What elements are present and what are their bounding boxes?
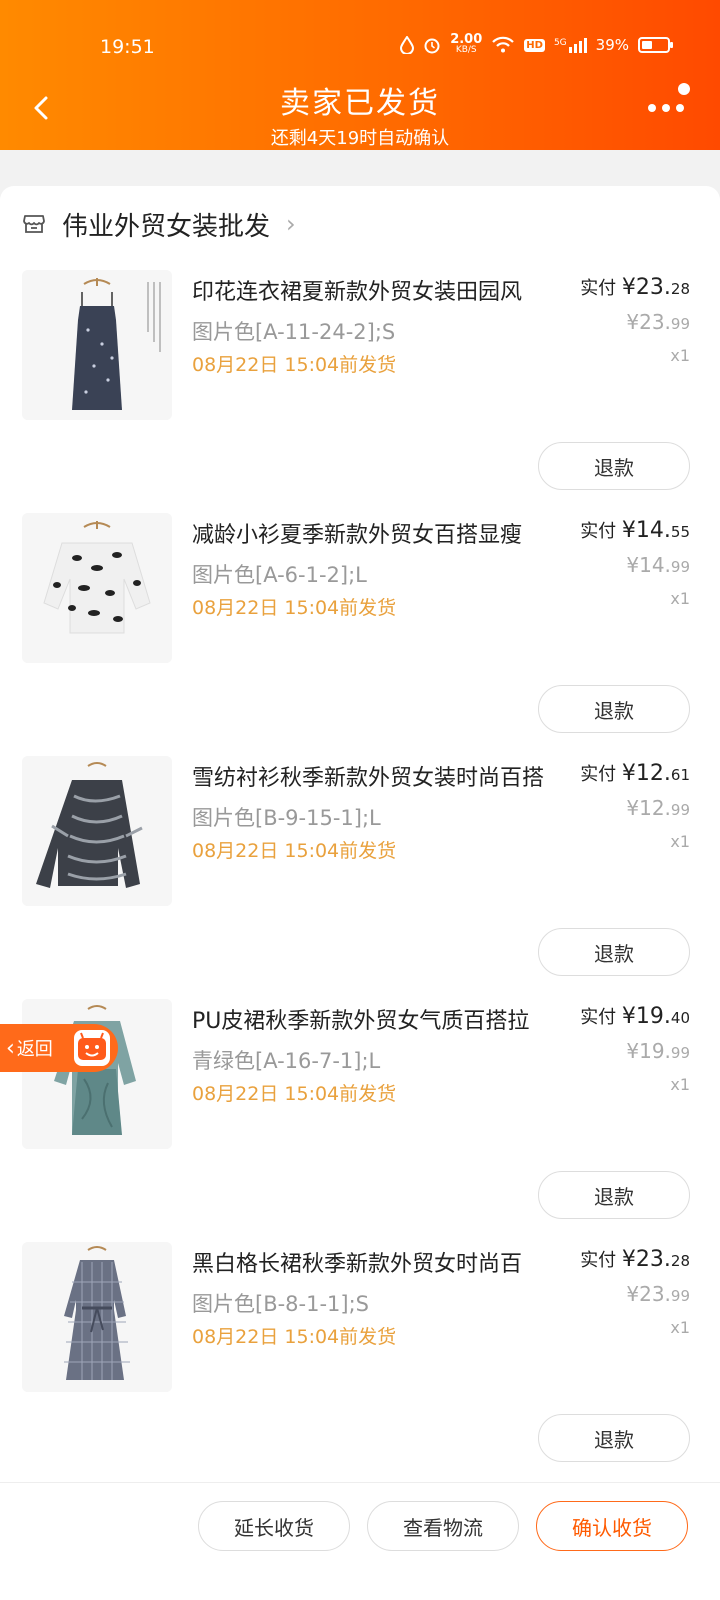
battery-icon [638, 37, 673, 53]
alarm-icon [424, 38, 440, 54]
product-title[interactable]: PU皮裙秋季新款外贸女气质百搭拉 [192, 1003, 572, 1035]
blouse-image [22, 513, 172, 663]
original-price: ¥12.99 [626, 796, 690, 820]
ship-deadline: 08月22日 15:04前发货 [192, 354, 397, 376]
more-dots-icon [648, 83, 690, 112]
hd-badge: HD [524, 38, 545, 52]
shop-icon [23, 215, 45, 233]
quantity: x1 [670, 589, 690, 608]
shop-name: 伟业外贸女装批发 [62, 211, 271, 242]
refund-button[interactable]: 退款 [538, 928, 690, 976]
bottom-action-bar: 延长收货 查看物流 确认收货 [0, 1482, 720, 1600]
original-price: ¥23.99 [626, 310, 690, 334]
paid-price: 实付 ¥12.61 [580, 761, 690, 786]
confirm-receipt-button[interactable]: 确认收货 [536, 1501, 688, 1551]
chevron-left-icon: ‹ [6, 1035, 15, 1061]
product-thumbnail[interactable] [22, 513, 172, 663]
product-title[interactable]: 雪纺衬衫秋季新款外贸女装时尚百搭 [192, 760, 572, 792]
order-card: 伟业外贸女装批发 › 印花连衣裙夏新款外贸女装田园风 图片色[A-11-24-2… [0, 186, 720, 1496]
refund-button[interactable]: 退款 [538, 442, 690, 490]
shirt-image [22, 756, 172, 906]
title-block: 卖家已发货 还剩4天19时自动确认 [0, 78, 720, 150]
paid-price: 实付 ¥23.28 [580, 275, 690, 300]
page-title: 卖家已发货 [280, 86, 440, 121]
product-spec: 图片色[A-11-24-2];S [192, 320, 396, 344]
product-spec: 图片色[B-9-15-1];L [192, 806, 381, 830]
product-spec: 青绿色[A-16-7-1];L [192, 1049, 381, 1073]
product-title[interactable]: 黑白格长裙秋季新款外贸女时尚百 [192, 1246, 572, 1278]
skirt-image [22, 999, 172, 1149]
product-spec: 图片色[A-6-1-2];L [192, 563, 367, 587]
chevron-right-icon: › [286, 210, 296, 238]
product-title[interactable]: 印花连衣裙夏新款外贸女装田园风 [192, 274, 572, 306]
order-item: 黑白格长裙秋季新款外贸女时尚百 图片色[B-8-1-1];S 08月22日 15… [0, 1242, 720, 1485]
floating-back-label: 返回 [16, 1039, 53, 1060]
ship-deadline: 08月22日 15:04前发货 [192, 597, 397, 619]
ship-deadline: 08月22日 15:04前发货 [192, 840, 397, 862]
order-item: 减龄小衫夏季新款外贸女百搭显瘦 图片色[A-6-1-2];L 08月22日 15… [0, 513, 720, 756]
refund-button[interactable]: 退款 [538, 1414, 690, 1462]
ship-deadline: 08月22日 15:04前发货 [192, 1326, 397, 1348]
product-spec: 图片色[B-8-1-1];S [192, 1292, 370, 1316]
product-thumbnail[interactable] [22, 999, 172, 1149]
status-icons: 2.00 KB/S HD 5G 39% [400, 32, 673, 56]
signal-icon: 5G [554, 37, 587, 53]
app-logo-icon [74, 1030, 110, 1066]
paid-price: 实付 ¥19.40 [580, 1004, 690, 1029]
paid-price: 实付 ¥14.55 [580, 518, 690, 543]
product-thumbnail[interactable] [22, 270, 172, 420]
original-price: ¥19.99 [626, 1039, 690, 1063]
quantity: x1 [670, 1075, 690, 1094]
dress-image [22, 270, 172, 420]
original-price: ¥23.99 [626, 1282, 690, 1306]
extend-receipt-button[interactable]: 延长收货 [198, 1501, 350, 1551]
paid-price: 实付 ¥23.28 [580, 1247, 690, 1272]
quantity: x1 [670, 1318, 690, 1337]
shop-row[interactable]: 伟业外贸女装批发 › [22, 206, 296, 242]
floating-back-button[interactable]: ‹ 返回 [0, 1024, 118, 1072]
quantity: x1 [670, 832, 690, 851]
status-time: 19:51 [100, 36, 155, 58]
wifi-icon [492, 36, 515, 53]
auto-confirm-countdown: 还剩4天19时自动确认 [270, 128, 450, 149]
order-item: 雪纺衬衫秋季新款外贸女装时尚百搭 图片色[B-9-15-1];L 08月22日 … [0, 756, 720, 999]
product-thumbnail[interactable] [22, 756, 172, 906]
product-title[interactable]: 减龄小衫夏季新款外贸女百搭显瘦 [192, 517, 572, 549]
more-button[interactable] [646, 82, 690, 116]
ship-deadline: 08月22日 15:04前发货 [192, 1083, 397, 1105]
battery-level: 39% [595, 36, 629, 54]
net-speed: 2.00 KB/S [450, 32, 483, 55]
long-dress-image [22, 1242, 172, 1392]
original-price: ¥14.99 [626, 553, 690, 577]
drop-icon [400, 36, 415, 54]
refund-button[interactable]: 退款 [538, 685, 690, 733]
order-header: 19:51 2.00 KB/S HD 5G 39% 卖家已发货 还剩4天19时自… [0, 0, 720, 150]
quantity: x1 [670, 346, 690, 365]
order-item: 印花连衣裙夏新款外贸女装田园风 图片色[A-11-24-2];S 08月22日 … [0, 270, 720, 513]
view-logistics-button[interactable]: 查看物流 [367, 1501, 519, 1551]
refund-button[interactable]: 退款 [538, 1171, 690, 1219]
product-thumbnail[interactable] [22, 1242, 172, 1392]
status-bar: 19:51 2.00 KB/S HD 5G 39% [0, 30, 720, 66]
